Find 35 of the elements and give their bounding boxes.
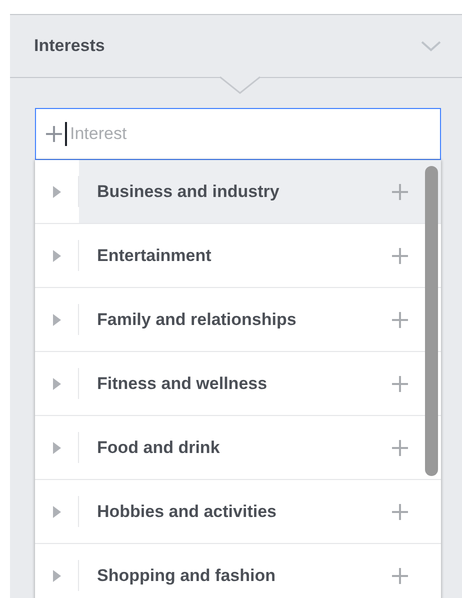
interest-option[interactable]: Shopping and fashion	[35, 544, 441, 598]
interest-option[interactable]: Food and drink	[35, 416, 441, 480]
section-header[interactable]: Interests	[10, 15, 462, 77]
scrollbar-thumb[interactable]	[425, 166, 438, 476]
expand-arrow-icon[interactable]	[52, 312, 62, 326]
expand-arrow-icon[interactable]	[52, 376, 62, 390]
option-label: Food and drink	[97, 438, 220, 458]
add-icon[interactable]	[391, 246, 409, 264]
expand-arrow-icon[interactable]	[52, 504, 62, 518]
add-icon[interactable]	[391, 374, 409, 392]
add-icon[interactable]	[391, 438, 409, 456]
interest-option[interactable]: Entertainment	[35, 224, 441, 288]
option-label: Shopping and fashion	[97, 566, 276, 586]
text-cursor	[65, 122, 67, 146]
expand-arrow-icon[interactable]	[52, 440, 62, 454]
interest-option[interactable]: Family and relationships	[35, 288, 441, 352]
add-icon[interactable]	[391, 566, 409, 584]
option-label: Fitness and wellness	[97, 374, 268, 394]
interest-option[interactable]: Business and industry	[35, 160, 441, 224]
expand-arrow-icon[interactable]	[52, 184, 62, 198]
add-icon[interactable]	[391, 502, 409, 520]
option-label: Family and relationships	[97, 310, 296, 330]
expand-arrow-icon[interactable]	[52, 248, 62, 262]
interest-option[interactable]: Hobbies and activities	[35, 480, 441, 544]
interest-option[interactable]: Fitness and wellness	[35, 352, 441, 416]
interest-input-field[interactable]: Interest	[35, 108, 441, 160]
expand-arrow-icon[interactable]	[52, 568, 62, 582]
chevron-icon[interactable]	[420, 39, 442, 53]
add-icon[interactable]	[391, 310, 409, 328]
plus-icon	[45, 125, 63, 143]
option-label: Hobbies and activities	[97, 502, 276, 522]
section-title: Interests	[34, 36, 105, 56]
option-label: Entertainment	[97, 246, 212, 266]
add-icon[interactable]	[391, 182, 409, 200]
option-label: Business and industry	[97, 182, 280, 202]
